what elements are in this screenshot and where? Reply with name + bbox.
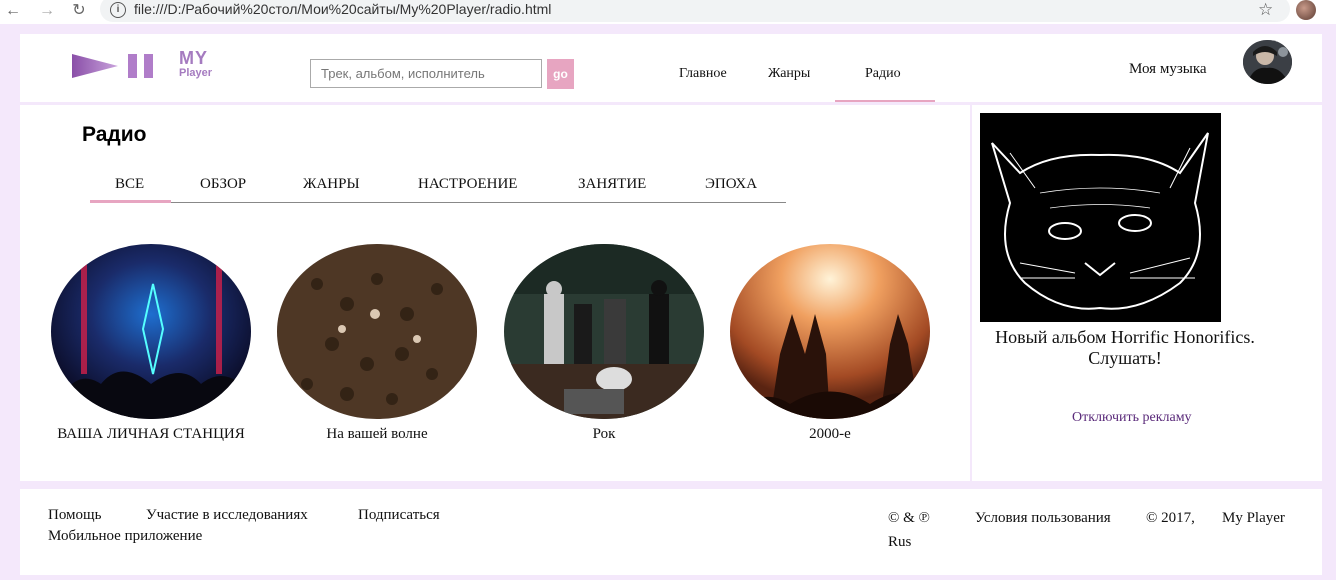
ad-cat-image[interactable] [980,113,1221,322]
info-icon[interactable]: i [110,2,126,18]
footer-help-link[interactable]: Помощь [48,507,101,524]
search-go-button[interactable]: go [547,59,574,89]
footer-year: © 2017, [1146,510,1195,526]
tab-active-indicator [90,200,171,203]
station-label-your-wave[interactable]: На вашей волне [262,426,492,443]
tab-overview[interactable]: ОБЗОР [200,176,246,193]
site-header: MY Player go Главное Жанры Радио Моя муз… [20,34,1322,102]
station-label-rock[interactable]: Рок [489,426,719,443]
tab-all[interactable]: ВСЕ [115,176,144,193]
my-music-link[interactable]: Моя музыка [1129,61,1207,78]
footer-language[interactable]: Rus [888,534,911,551]
ad-text[interactable]: Новый альбом Horrific Honorifics. Слушат… [972,327,1278,369]
footer-terms-link[interactable]: Условия пользования [975,510,1111,527]
station-image-2000s[interactable] [730,244,930,419]
browser-toolbar: ← → ↻ i file:///D:/Рабочий%20стол/Мои%20… [0,0,1336,24]
footer-subscribe-link[interactable]: Подписаться [358,507,440,524]
nav-link-home[interactable]: Главное [679,66,727,82]
nav-active-indicator [835,100,935,102]
station-image-your-wave[interactable] [277,244,477,419]
forward-arrow-icon[interactable]: → [38,2,56,20]
tab-mood[interactable]: НАСТРОЕНИЕ [418,176,517,193]
page-title: Радио [82,123,147,146]
search-input[interactable] [310,59,542,88]
logo-my-text: MY [179,48,208,68]
station-image-rock[interactable] [504,244,704,419]
logo[interactable] [70,52,170,85]
tab-genres[interactable]: ЖАНРЫ [303,176,360,193]
nav-link-genres[interactable]: Жанры [768,66,810,82]
user-photo [1243,40,1292,84]
footer-mobile-app-link[interactable]: Мобильное приложение [48,528,202,545]
play-pause-logo-icon [72,54,153,78]
tab-activity[interactable]: ЗАНЯТИЕ [578,176,646,193]
user-avatar[interactable] [1243,40,1292,84]
main-content: Радио ВСЕ ОБЗОР ЖАНРЫ НАСТРОЕНИЕ ЗАНЯТИЕ… [20,105,970,481]
station-label-2000s[interactable]: 2000-е [715,426,945,443]
reload-icon[interactable]: ↻ [70,2,88,20]
url-text[interactable]: file:///D:/Рабочий%20стол/Мои%20сайты/My… [134,1,551,17]
footer-copyright-symbols: © & ℗ [888,510,930,526]
tabs-divider [90,202,786,203]
footer-research-link[interactable]: Участие в исследованиях [146,507,308,524]
footer-brand: My Player [1222,510,1285,526]
station-image-personal[interactable] [51,244,251,419]
station-label-personal[interactable]: ВАША ЛИЧНАЯ СТАНЦИЯ [36,426,266,443]
nav-link-radio[interactable]: Радио [865,66,901,82]
tab-era[interactable]: ЭПОХА [705,176,757,193]
browser-profile-avatar[interactable] [1296,0,1316,20]
logo-player-text: Player [179,67,213,79]
star-icon[interactable]: ☆ [1258,0,1273,20]
sidebar-ad: Новый альбом Horrific Honorifics. Слушат… [972,105,1322,481]
site-footer: Помощь Участие в исследованиях Подписать… [20,489,1322,575]
disable-ads-link[interactable]: Отключить рекламу [1072,410,1192,426]
back-arrow-icon[interactable]: ← [4,2,22,20]
